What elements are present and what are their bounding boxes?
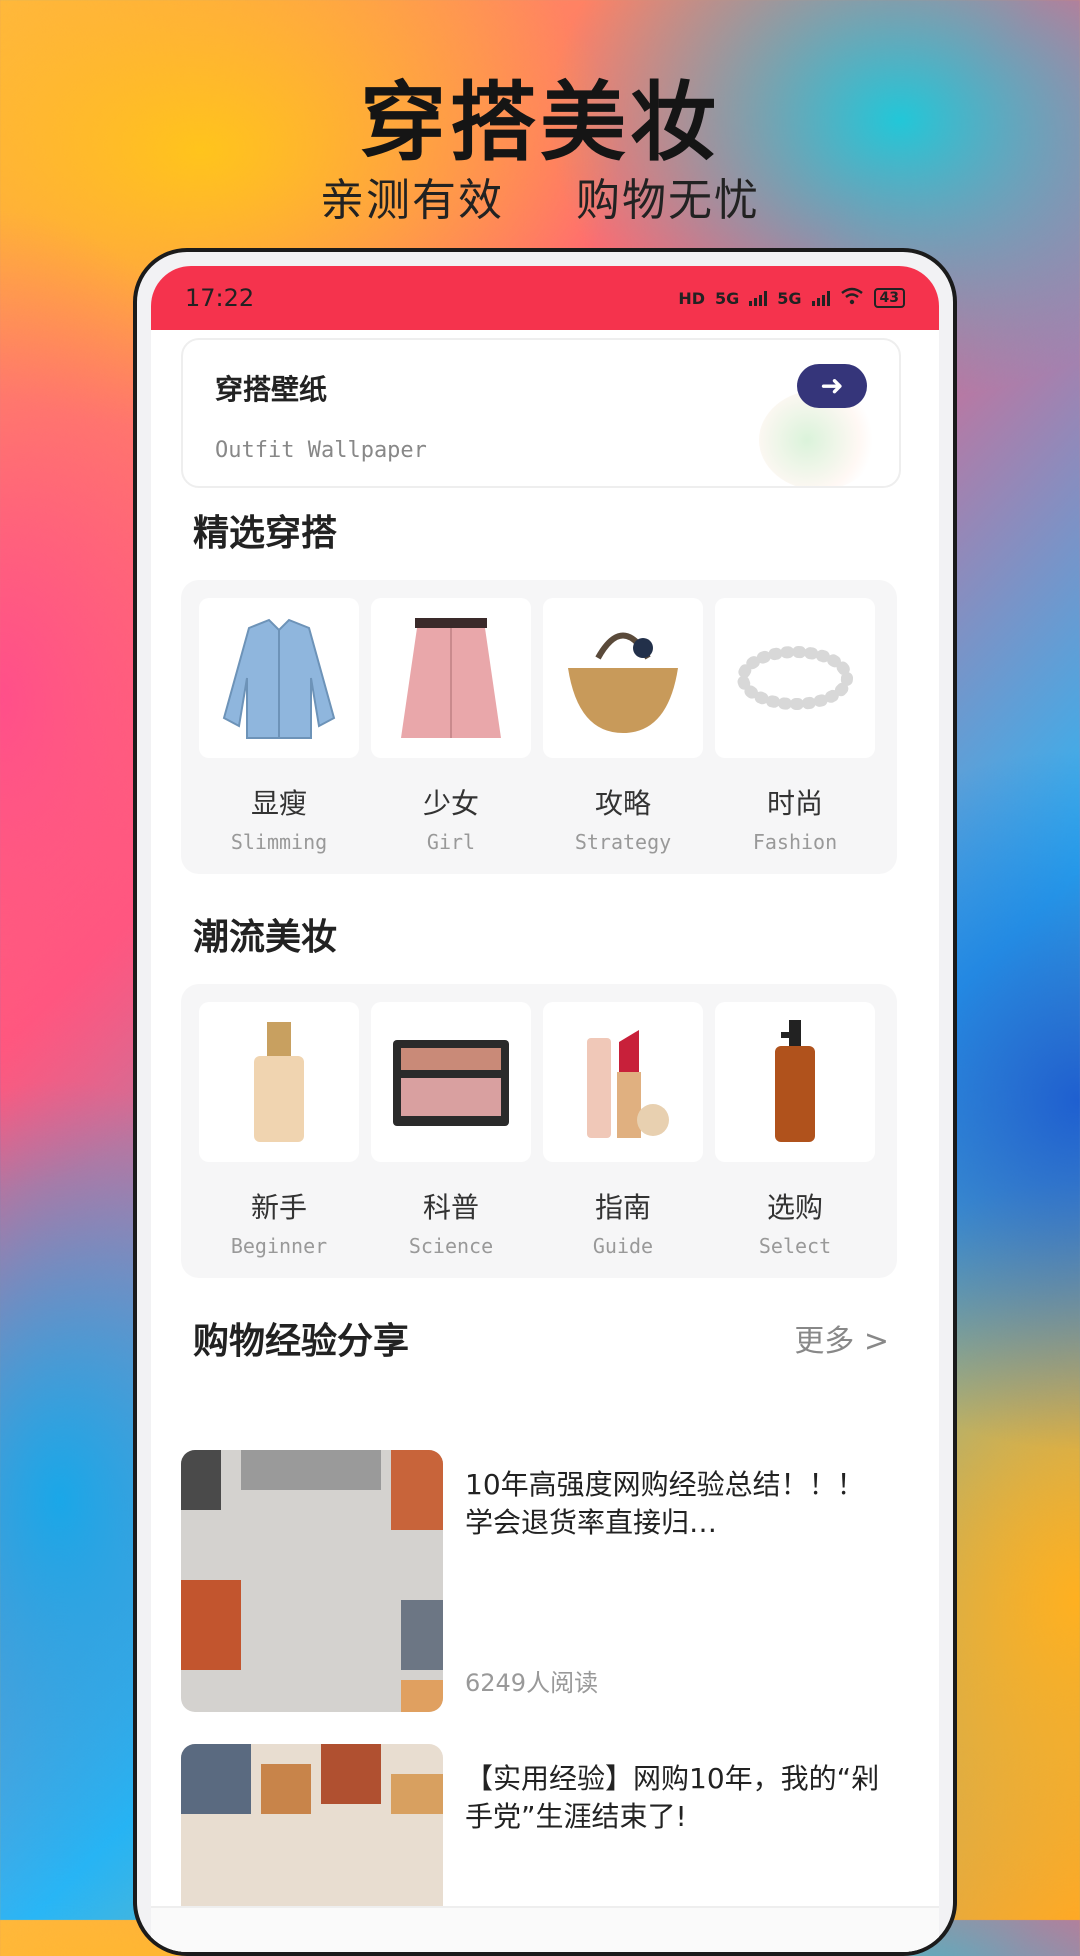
cleansing-oil-image: [715, 1002, 875, 1162]
makeup-sublabel: Science: [408, 1234, 494, 1258]
eyeshadow-palette-image: [371, 1002, 531, 1162]
arrow-right-icon[interactable]: ➜: [797, 364, 867, 408]
banner-title: 穿搭壁纸: [215, 373, 328, 406]
hero-title: 穿搭美妆: [360, 73, 720, 173]
makeup-item-beginner[interactable]: 新手 Beginner: [199, 1002, 359, 1258]
article-thumbnail: [181, 1450, 443, 1712]
hero-subtitle: 亲测有效 购物无忧: [0, 164, 1080, 228]
article-read-count: 6249人阅读: [465, 1669, 599, 1697]
signal-icon-2: [811, 290, 830, 306]
status-bar: 17:22 HD 5G 5G 43: [151, 266, 939, 330]
outfit-item-strategy[interactable]: 攻略 Strategy: [543, 598, 703, 854]
article-item[interactable]: 10年高强度网购经验总结！！！ 学会退货率直接归… 6249人阅读: [181, 1450, 897, 1712]
app-screen: 17:22 HD 5G 5G 43 穿搭壁纸 Outfit Wallpaper …: [151, 266, 939, 1952]
signal-icon: [749, 290, 768, 306]
makeup-label: 选购: [766, 1191, 823, 1224]
outfit-label: 显瘦: [250, 787, 307, 820]
straw-bag-image: [543, 598, 703, 758]
lipstick-image: [543, 1002, 703, 1162]
article-title: 【实用经验】网购10年，我的“剁手党”生涯结束了!: [465, 1762, 880, 1833]
outfit-label: 少女: [422, 787, 479, 820]
hero-sub-right: 购物无忧: [576, 175, 760, 226]
outfit-item-slimming[interactable]: 显瘦 Slimming: [199, 598, 359, 854]
bottom-navigation[interactable]: [151, 1906, 939, 1952]
pearl-bracelet-image: [715, 598, 875, 758]
outfits-section-title: 精选穿搭: [193, 513, 338, 554]
makeup-item-select[interactable]: 选购 Select: [715, 1002, 875, 1258]
makeup-sublabel: Beginner: [230, 1234, 328, 1258]
article-title: 10年高强度网购经验总结！！！ 学会退货率直接归…: [465, 1468, 865, 1539]
shopping-section-title: 购物经验分享: [193, 1321, 410, 1362]
makeup-item-science[interactable]: 科普 Science: [371, 1002, 531, 1258]
outfits-grid: 显瘦 Slimming 少女 Girl 攻略 Strategy 时尚 Fashi…: [181, 580, 897, 874]
makeup-grid: 新手 Beginner 科普 Science 指南 Guide 选购 Selec…: [181, 984, 897, 1278]
outfit-sublabel: Girl: [426, 830, 476, 854]
outfit-sublabel: Slimming: [230, 830, 328, 854]
network-5g-label-2: 5G: [777, 288, 802, 308]
makeup-label: 科普: [422, 1191, 479, 1224]
outfit-sublabel: Fashion: [752, 830, 838, 854]
outfit-item-girl[interactable]: 少女 Girl: [371, 598, 531, 854]
outfit-item-fashion[interactable]: 时尚 Fashion: [715, 598, 875, 854]
foundation-bottle-image: [199, 1002, 359, 1162]
banner-subtitle: Outfit Wallpaper: [215, 438, 427, 463]
outfit-sublabel: Strategy: [574, 830, 672, 854]
status-icons: HD 5G 5G 43: [678, 287, 905, 309]
wifi-icon: [840, 287, 864, 309]
more-link[interactable]: 更多 >: [794, 1316, 889, 1360]
outfit-label: 时尚: [766, 787, 823, 820]
wallpaper-banner[interactable]: 穿搭壁纸 Outfit Wallpaper ➜: [181, 338, 901, 488]
makeup-label: 新手: [250, 1191, 307, 1224]
makeup-sublabel: Guide: [592, 1234, 654, 1258]
hero-sub-left: 亲测有效: [320, 175, 504, 226]
network-5g-label-1: 5G: [714, 288, 740, 308]
hd-icon: HD: [678, 288, 705, 308]
makeup-sublabel: Select: [758, 1234, 832, 1258]
denim-jacket-image: [199, 598, 359, 758]
makeup-section-title: 潮流美妆: [193, 917, 338, 958]
battery-icon: 43: [873, 288, 905, 308]
phone-frame: 17:22 HD 5G 5G 43 穿搭壁纸 Outfit Wallpaper …: [133, 248, 957, 1956]
makeup-item-guide[interactable]: 指南 Guide: [543, 1002, 703, 1258]
outfit-label: 攻略: [594, 787, 651, 820]
pink-skirt-image: [371, 598, 531, 758]
status-time: 17:22: [185, 284, 255, 312]
makeup-label: 指南: [594, 1191, 651, 1224]
